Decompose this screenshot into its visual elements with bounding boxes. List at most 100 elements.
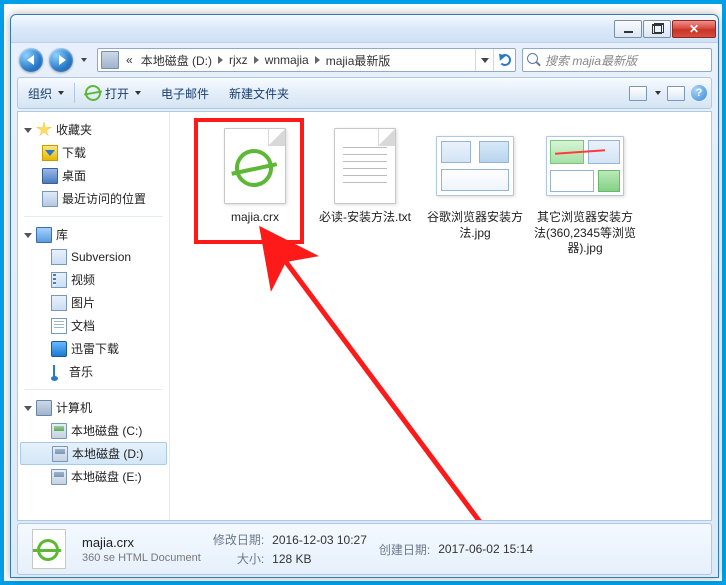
tree-documents[interactable]: 文档 [20, 314, 167, 337]
desktop-icon [42, 168, 58, 184]
address-bar[interactable]: « 本地磁盘 (D:) rjxz wnmajia majia最新版 [97, 48, 516, 72]
details-pane: majia.crx 360 se HTML Document 修改日期: 201… [17, 523, 712, 575]
breadcrumb-part[interactable]: 本地磁盘 (D:) [137, 52, 216, 69]
size-value: 128 KB [272, 552, 367, 566]
tree-label: 迅雷下载 [71, 340, 119, 357]
tree-drive-d[interactable]: 本地磁盘 (D:) [20, 442, 167, 465]
search-placeholder: 搜索 majia最新版 [545, 52, 637, 69]
forward-button[interactable] [47, 47, 75, 73]
expand-icon[interactable] [24, 406, 32, 411]
restore-button[interactable] [643, 20, 671, 38]
drive-icon [52, 446, 68, 462]
close-button[interactable]: ✕ [672, 20, 716, 38]
tree-label: 下载 [62, 144, 86, 161]
browser-icon [84, 84, 103, 103]
search-box[interactable]: 搜索 majia最新版 [522, 48, 712, 72]
tree-recent[interactable]: 最近访问的位置 [20, 187, 167, 210]
tree-label: 音乐 [69, 363, 93, 380]
tree-label: 计算机 [56, 399, 92, 416]
picture-icon [51, 295, 67, 311]
history-dropdown[interactable] [77, 47, 91, 73]
tree-subversion[interactable]: Subversion [20, 246, 167, 268]
tree-computer[interactable]: 计算机 [20, 396, 167, 419]
open-label: 打开 [105, 85, 129, 102]
file-thumbnail [215, 126, 295, 206]
content-area: 收藏夹 下载 桌面 最近访问的位置 库 Subversion 视频 图片 文档 … [17, 111, 712, 521]
tree-label: 图片 [71, 294, 95, 311]
tree-libraries[interactable]: 库 [20, 223, 167, 246]
chevron-down-icon[interactable] [655, 91, 661, 95]
expand-icon[interactable] [24, 233, 32, 238]
created-value: 2017-06-02 15:14 [438, 542, 533, 556]
star-icon [36, 122, 52, 138]
tree-favorites[interactable]: 收藏夹 [20, 118, 167, 141]
download-icon [42, 145, 58, 161]
xunlei-icon [51, 341, 67, 357]
email-button[interactable]: 电子邮件 [151, 78, 219, 108]
email-label: 电子邮件 [161, 85, 209, 102]
open-menu[interactable]: 打开 [75, 78, 151, 108]
command-bar: 组织 打开 电子邮件 新建文件夹 ? [17, 77, 712, 109]
tree-downloads[interactable]: 下载 [20, 141, 167, 164]
size-label: 大小: [213, 550, 264, 567]
chevron-right-icon[interactable] [218, 56, 223, 64]
music-icon [53, 365, 65, 379]
help-button[interactable]: ? [691, 85, 707, 101]
video-icon [51, 272, 67, 288]
tree-label: 收藏夹 [56, 121, 92, 138]
document-icon [51, 318, 67, 334]
breadcrumb-part[interactable]: rjxz [225, 53, 252, 67]
file-thumbnail [435, 126, 515, 206]
view-button[interactable] [629, 86, 647, 101]
navigation-pane[interactable]: 收藏夹 下载 桌面 最近访问的位置 库 Subversion 视频 图片 文档 … [18, 112, 170, 520]
created-label: 创建日期: [379, 541, 430, 558]
browser-icon [231, 145, 276, 190]
tree-drive-c[interactable]: 本地磁盘 (C:) [20, 419, 167, 442]
file-list[interactable]: majia.crx 必读-安装方法.txt [170, 112, 711, 520]
tree-pictures[interactable]: 图片 [20, 291, 167, 314]
tree-videos[interactable]: 视频 [20, 268, 167, 291]
folder-icon [51, 249, 67, 265]
breadcrumb-prefix: « [122, 53, 137, 67]
tree-label: 本地磁盘 (E:) [71, 468, 142, 485]
tree-label: 库 [56, 226, 68, 243]
file-name: 必读-安装方法.txt [319, 210, 411, 226]
title-bar: ✕ [11, 15, 718, 43]
chevron-right-icon[interactable] [315, 56, 320, 64]
back-button[interactable] [17, 47, 45, 73]
selected-file-type: 360 se HTML Document [82, 552, 201, 564]
chevron-right-icon[interactable] [254, 56, 259, 64]
file-item[interactable]: 必读-安装方法.txt [310, 122, 420, 261]
search-icon [527, 53, 541, 67]
tree-label: 视频 [71, 271, 95, 288]
preview-pane-button[interactable] [667, 86, 685, 101]
breadcrumb-part[interactable]: wnmajia [261, 53, 313, 67]
selected-file-name: majia.crx [82, 535, 201, 550]
tree-label: Subversion [71, 250, 131, 264]
tree-desktop[interactable]: 桌面 [20, 164, 167, 187]
tree-music[interactable]: 音乐 [20, 360, 167, 383]
file-item[interactable]: majia.crx [200, 122, 310, 261]
tree-xunlei[interactable]: 迅雷下载 [20, 337, 167, 360]
file-item[interactable]: 谷歌浏览器安装方法.jpg [420, 122, 530, 261]
minimize-button[interactable] [614, 20, 642, 38]
file-name: 谷歌浏览器安装方法.jpg [422, 210, 528, 241]
drive-icon [51, 469, 67, 485]
file-thumbnail [325, 126, 405, 206]
tree-label: 最近访问的位置 [62, 190, 146, 207]
address-dropdown[interactable] [475, 49, 493, 71]
chevron-down-icon [58, 91, 64, 95]
refresh-button[interactable] [493, 49, 515, 71]
navigation-bar: « 本地磁盘 (D:) rjxz wnmajia majia最新版 搜索 maj… [11, 43, 718, 77]
tree-drive-e[interactable]: 本地磁盘 (E:) [20, 465, 167, 488]
organize-menu[interactable]: 组织 [18, 78, 74, 108]
drive-icon [51, 423, 67, 439]
file-thumbnail [545, 126, 625, 206]
organize-label: 组织 [28, 85, 52, 102]
library-icon [36, 227, 52, 243]
breadcrumb-part[interactable]: majia最新版 [322, 52, 395, 69]
new-folder-button[interactable]: 新建文件夹 [219, 78, 299, 108]
tree-label: 本地磁盘 (C:) [71, 422, 142, 439]
expand-icon[interactable] [24, 128, 32, 133]
file-item[interactable]: 其它浏览器安装方法(360,2345等浏览器).jpg [530, 122, 640, 261]
